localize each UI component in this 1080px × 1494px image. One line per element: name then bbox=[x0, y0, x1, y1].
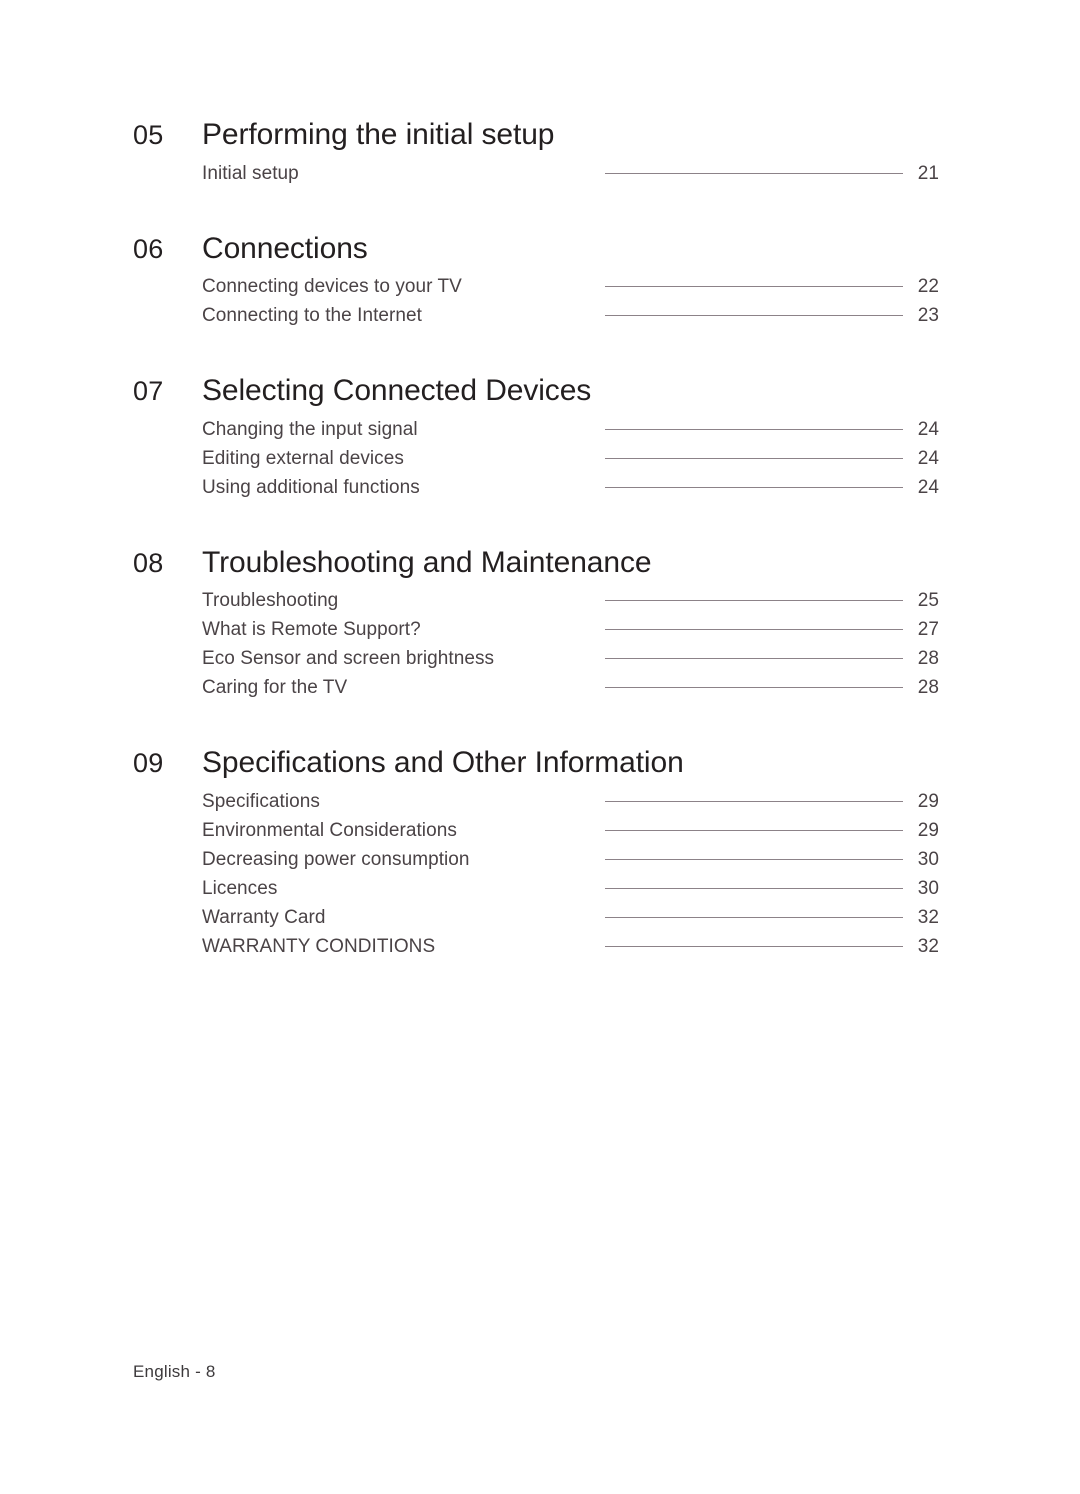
toc-entry-page-number: 24 bbox=[917, 418, 939, 440]
toc-entry-leader-line bbox=[605, 887, 903, 889]
toc-entry-leader-line bbox=[605, 658, 903, 659]
toc-entry-page-number: 27 bbox=[917, 619, 939, 640]
toc-entry[interactable]: Environmental Considerations 29 bbox=[202, 816, 939, 845]
toc-entry-page-number: 29 bbox=[917, 790, 939, 812]
toc-section-number: 06 bbox=[133, 233, 164, 264]
toc-entry-leader-line bbox=[605, 687, 903, 688]
toc-entry-leader-line bbox=[605, 600, 903, 601]
toc-entry[interactable]: Using additional functions 24 bbox=[202, 473, 939, 502]
toc-entry-label: Connecting devices to your TV bbox=[202, 276, 462, 297]
toc-section-number: 05 bbox=[133, 120, 164, 150]
toc-entry[interactable]: Specifications 29 bbox=[202, 787, 939, 816]
toc-section-title: Troubleshooting and Maintenance bbox=[202, 545, 652, 579]
toc-entry-list: Specifications 29 Environmental Considerat… bbox=[133, 787, 939, 961]
toc-entry-label: Initial setup bbox=[202, 162, 299, 184]
toc-entry-label: What is Remote Support? bbox=[202, 619, 421, 640]
toc-entry[interactable]: Caring for the TV 28 bbox=[202, 673, 939, 702]
toc-entry-label: Environmental Considerations bbox=[202, 819, 457, 841]
toc-entry[interactable]: What is Remote Support? 27 bbox=[202, 615, 939, 644]
toc-entry-label: Eco Sensor and screen brightness bbox=[202, 648, 495, 669]
toc-entry-label: Editing external devices bbox=[202, 447, 404, 469]
toc-entry-page-number: 21 bbox=[917, 162, 939, 184]
toc-entry-leader-line bbox=[605, 315, 903, 316]
toc-entry-page-number: 25 bbox=[917, 590, 939, 611]
toc-entry-leader-line bbox=[605, 858, 903, 860]
toc-entry-list: Troubleshooting 25 What is Remote Support?… bbox=[133, 586, 939, 702]
toc-entry-label: Specifications bbox=[202, 790, 320, 812]
toc-entry-leader-line bbox=[605, 629, 903, 630]
document-page: 05 Performing the initial setup Initial se… bbox=[0, 0, 1080, 1494]
toc-entry-leader-line bbox=[605, 829, 903, 831]
toc-entry-page-number: 23 bbox=[917, 305, 939, 326]
toc-entry[interactable]: Initial setup 21 bbox=[202, 159, 939, 188]
toc-entry[interactable]: WARRANTY CONDITIONS 32 bbox=[202, 932, 939, 961]
toc-entry-leader-line bbox=[605, 486, 903, 488]
toc-entry-leader-line bbox=[605, 945, 903, 947]
toc-entry-leader-line bbox=[605, 428, 903, 430]
toc-entry-page-number: 24 bbox=[917, 476, 939, 498]
toc-section-header[interactable]: 07 Selecting Connected Devices bbox=[133, 374, 939, 409]
toc-entry[interactable]: Warranty Card 32 bbox=[202, 903, 939, 932]
toc-entry-label: Caring for the TV bbox=[202, 677, 348, 698]
toc-entry-label: Using additional functions bbox=[202, 476, 420, 498]
toc-entry[interactable]: Editing external devices 24 bbox=[202, 444, 939, 473]
toc-entry[interactable]: Changing the input signal 24 bbox=[202, 415, 939, 444]
toc-entry-page-number: 32 bbox=[917, 935, 939, 957]
toc-section-number: 09 bbox=[133, 748, 164, 778]
table-of-contents: 05 Performing the initial setup Initial se… bbox=[133, 118, 939, 961]
toc-entry-label: Connecting to the Internet bbox=[202, 305, 422, 326]
toc-entry-label: Changing the input signal bbox=[202, 418, 418, 440]
toc-entry-leader-line bbox=[605, 172, 903, 174]
toc-section-title: Selecting Connected Devices bbox=[202, 374, 592, 407]
toc-entry-page-number: 28 bbox=[917, 648, 939, 669]
toc-section-header[interactable]: 05 Performing the initial setup bbox=[133, 118, 939, 153]
toc-section: 06 Connections Connecting devices to your … bbox=[133, 232, 939, 331]
toc-entry-page-number: 28 bbox=[917, 677, 939, 698]
toc-section-number: 07 bbox=[133, 376, 164, 406]
toc-entry-leader-line bbox=[605, 916, 903, 918]
toc-entry-label: WARRANTY CONDITIONS bbox=[202, 935, 436, 957]
toc-entry-page-number: 30 bbox=[917, 877, 939, 899]
toc-entry-list: Initial setup 21 bbox=[133, 159, 939, 188]
toc-entry[interactable]: Eco Sensor and screen brightness 28 bbox=[202, 644, 939, 673]
toc-section: 05 Performing the initial setup Initial se… bbox=[133, 118, 939, 188]
toc-entry[interactable]: Troubleshooting 25 bbox=[202, 586, 939, 615]
toc-entry-label: Troubleshooting bbox=[202, 590, 339, 611]
toc-section: 09 Specifications and Other Information Sp… bbox=[133, 746, 939, 961]
toc-entry-list: Changing the input signal 24 Editing exter… bbox=[133, 415, 939, 502]
toc-section-number: 08 bbox=[133, 547, 164, 578]
toc-section-header[interactable]: 09 Specifications and Other Information bbox=[133, 746, 939, 781]
toc-section: 07 Selecting Connected Devices Changing th… bbox=[133, 374, 939, 502]
toc-entry[interactable]: Connecting to the Internet 23 bbox=[202, 301, 939, 330]
toc-entry-label: Warranty Card bbox=[202, 906, 326, 928]
toc-section-header[interactable]: 08 Troubleshooting and Maintenance bbox=[133, 546, 939, 581]
toc-entry-label: Decreasing power consumption bbox=[202, 848, 470, 870]
toc-entry-leader-line bbox=[605, 800, 903, 802]
toc-entry-leader-line bbox=[605, 286, 903, 287]
toc-section-title: Specifications and Other Information bbox=[202, 746, 684, 779]
toc-entry-page-number: 22 bbox=[917, 276, 939, 297]
toc-entry[interactable]: Decreasing power consumption 30 bbox=[202, 845, 939, 874]
toc-entry-page-number: 30 bbox=[917, 848, 939, 870]
toc-section-title: Connections bbox=[202, 231, 368, 265]
toc-entry-page-number: 24 bbox=[917, 447, 939, 469]
toc-entry-leader-line bbox=[605, 457, 903, 459]
toc-entry-label: Licences bbox=[202, 877, 278, 899]
toc-entry-page-number: 32 bbox=[917, 906, 939, 928]
toc-entry[interactable]: Licences 30 bbox=[202, 874, 939, 903]
toc-entry[interactable]: Connecting devices to your TV 22 bbox=[202, 272, 939, 301]
toc-section-header[interactable]: 06 Connections bbox=[133, 232, 939, 267]
toc-section: 08 Troubleshooting and Maintenance Trouble… bbox=[133, 546, 939, 703]
toc-entry-page-number: 29 bbox=[917, 819, 939, 841]
toc-section-title: Performing the initial setup bbox=[202, 118, 555, 151]
toc-entry-list: Connecting devices to your TV 22 Connectin… bbox=[133, 272, 939, 330]
page-footer: English - 8 bbox=[133, 1362, 216, 1381]
